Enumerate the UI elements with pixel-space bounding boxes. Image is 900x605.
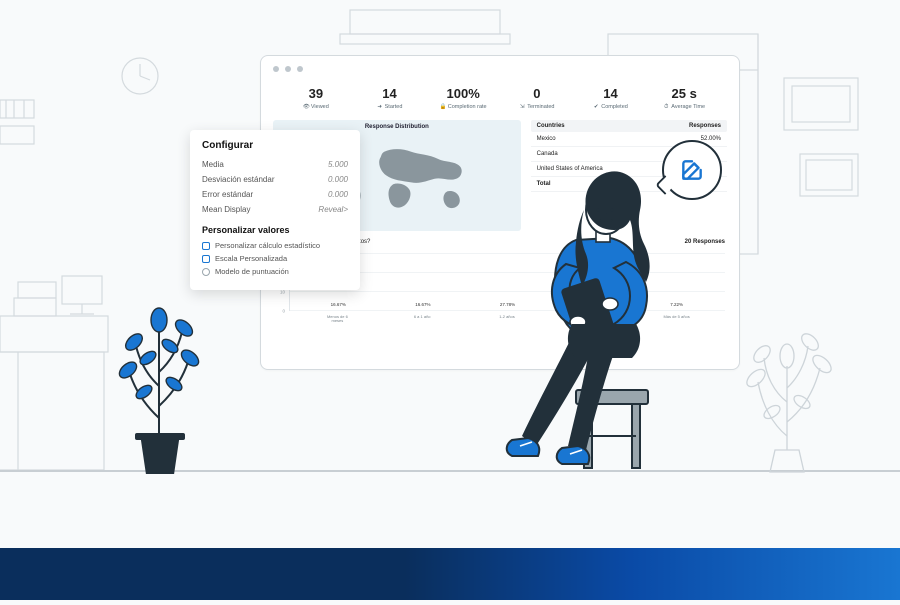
stat-label: Viewed xyxy=(311,104,329,110)
stat-label: Average Time xyxy=(671,104,705,110)
config-row[interactable]: Desviación estándar 0.000 xyxy=(202,172,348,187)
x-tick: Menos de 6 meses xyxy=(321,313,353,325)
config-row[interactable]: Mean Display Reveal> xyxy=(202,202,348,217)
bar-value-label: 16.67% xyxy=(322,302,354,307)
stat-viewed: 39 👁Viewed xyxy=(279,86,353,110)
config-label: Error estándar xyxy=(202,190,253,199)
lock-icon: 🔒 xyxy=(440,104,446,110)
table-header: Countries Responses xyxy=(531,120,727,132)
country-pct: 52.00% xyxy=(701,136,721,142)
config-label: Media xyxy=(202,160,224,169)
plant-right xyxy=(722,306,852,481)
stat-label: Started xyxy=(385,104,403,110)
x-tick: 6 a 1 año xyxy=(406,313,438,325)
stat-value: 14 xyxy=(353,86,427,101)
exit-icon: ⇲ xyxy=(519,104,525,110)
checkbox-icon xyxy=(202,242,210,250)
stat-label: Completed xyxy=(601,104,628,110)
stat-started: 14 ➜Started xyxy=(353,86,427,110)
config-option[interactable]: Modelo de puntuación xyxy=(202,265,348,278)
config-row[interactable]: Error estándar 0.000 xyxy=(202,187,348,202)
config-option[interactable]: Escala Personalizada xyxy=(202,252,348,265)
config-label: Mean Display xyxy=(202,205,250,214)
config-value: 0.000 xyxy=(328,175,348,184)
check-icon: ✔ xyxy=(593,104,599,110)
radio-icon xyxy=(202,268,210,276)
y-tick: 0 xyxy=(282,309,285,314)
window-dot xyxy=(273,66,279,72)
stat-value: 39 xyxy=(279,86,353,101)
config-value: Reveal> xyxy=(318,205,348,214)
stat-avg-time: 25 s ⏱Average Time xyxy=(647,86,721,110)
config-title: Configurar xyxy=(202,140,348,151)
config-popup: Configurar Media 5.000 Desviación estánd… xyxy=(190,130,360,290)
stat-terminated: 0 ⇲Terminated xyxy=(500,86,574,110)
arrow-right-icon: ➜ xyxy=(377,104,383,110)
bar-value-label: 16.67% xyxy=(407,302,439,307)
stat-value: 0 xyxy=(500,86,574,101)
stat-value: 25 s xyxy=(647,86,721,101)
stats-row: 39 👁Viewed 14 ➜Started 100% 🔒Completion … xyxy=(261,82,739,120)
config-label: Desviación estándar xyxy=(202,175,274,184)
stat-completion-rate: 100% 🔒Completion rate xyxy=(426,86,500,110)
stat-label: Terminated xyxy=(527,104,554,110)
config-row[interactable]: Media 5.000 xyxy=(202,157,348,172)
config-subtitle: Personalizar valores xyxy=(202,225,348,235)
window-dot xyxy=(297,66,303,72)
woman-illustration xyxy=(492,154,702,474)
option-label: Escala Personalizada xyxy=(215,254,287,263)
config-option[interactable]: Personalizar cálculo estadístico xyxy=(202,239,348,252)
country-name: Mexico xyxy=(537,136,556,142)
checkbox-icon xyxy=(202,255,210,263)
clock-icon: ⏱ xyxy=(663,104,669,110)
window-controls xyxy=(261,56,739,82)
eye-icon: 👁 xyxy=(303,104,309,110)
bottom-banner xyxy=(0,548,900,600)
stat-completed: 14 ✔Completed xyxy=(574,86,648,110)
config-value: 5.000 xyxy=(328,160,348,169)
config-value: 0.000 xyxy=(328,190,348,199)
stat-value: 14 xyxy=(574,86,648,101)
window-dot xyxy=(285,66,291,72)
stat-value: 100% xyxy=(426,86,500,101)
option-label: Personalizar cálculo estadístico xyxy=(215,241,320,250)
col-country: Countries xyxy=(537,123,565,129)
col-responses: Responses xyxy=(689,123,721,129)
stat-label: Completion rate xyxy=(448,104,487,110)
option-label: Modelo de puntuación xyxy=(215,267,289,276)
